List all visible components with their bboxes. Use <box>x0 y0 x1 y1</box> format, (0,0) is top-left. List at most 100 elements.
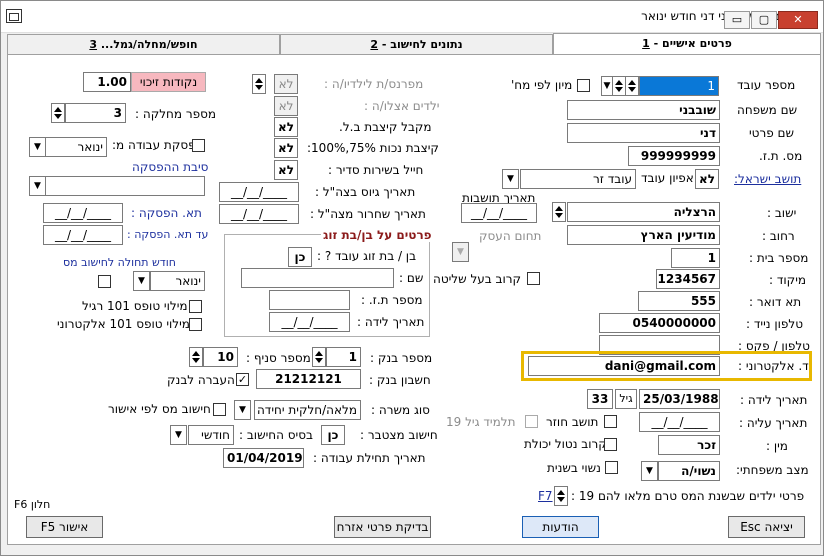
credit-points-label: נקודות זיכוי <box>131 72 206 92</box>
maximize-button[interactable]: ▢ <box>751 11 777 29</box>
employee-dropdown[interactable]: ▼ <box>601 76 613 96</box>
stop-work-month[interactable]: ינואר <box>45 137 107 157</box>
kids-spinner[interactable] <box>252 74 266 94</box>
check-citizen-button[interactable]: בדיקת פרטי אזרח <box>334 516 431 538</box>
spouse-name-input[interactable] <box>241 268 394 288</box>
messages-button[interactable]: הודעות <box>522 516 599 538</box>
employee-spinner[interactable] <box>625 76 639 96</box>
stop-work-checkbox[interactable] <box>192 139 205 152</box>
kids-with-input[interactable]: לא <box>274 96 298 116</box>
pause-date-input[interactable]: __/__/____ <box>43 203 123 223</box>
transfer-checkbox[interactable]: ✓ <box>236 373 249 386</box>
business-dropdown[interactable]: ▼ <box>452 242 469 262</box>
chevron-down-icon[interactable]: ▼ <box>641 461 658 481</box>
emp-char-label: אפיון עובד <box>641 171 694 185</box>
bank-spinner[interactable] <box>312 347 326 367</box>
dept-label: מספר מחלקה : <box>135 107 217 121</box>
tax-start-label: חודש תחולה לחישוב מס <box>63 256 176 269</box>
gender-input[interactable]: זכר <box>658 435 720 455</box>
street-input[interactable]: מודיעין הארץ <box>567 225 720 245</box>
allowance-input[interactable]: לא <box>274 117 298 137</box>
allowance-label: מקבל קיצבת ב.ל. <box>339 120 432 134</box>
spouse-works-input[interactable]: כן <box>288 247 312 267</box>
returning-checkbox[interactable] <box>604 415 617 428</box>
pobox-label: תא דואר : <box>749 295 802 309</box>
marital-input[interactable]: נשוי/ה <box>658 461 720 481</box>
branch-spinner[interactable] <box>189 347 203 367</box>
mobile-label: טלפון נייד : <box>746 317 804 331</box>
form101-label: מילוי טופס 101 רגיל <box>82 299 188 313</box>
start-input[interactable]: 01/04/2019 <box>223 448 304 468</box>
resident-link[interactable]: תושב ישראל: <box>734 172 801 186</box>
employee-spinner-2[interactable] <box>612 76 626 96</box>
chevron-down-icon[interactable]: ▼ <box>29 176 46 196</box>
second-marriage-checkbox[interactable] <box>605 461 618 474</box>
kids-input[interactable]: לא <box>274 74 298 94</box>
confirm-button[interactable]: אישור F5 <box>26 516 103 538</box>
disability-input[interactable]: לא <box>274 138 298 158</box>
zip-input[interactable]: 1234567 <box>656 269 720 289</box>
dept-input[interactable]: 3 <box>65 103 126 123</box>
until-pause-input[interactable]: __/__/____ <box>43 225 123 245</box>
tab-calc-data[interactable]: נתונים לחישוב - 2 <box>280 34 553 55</box>
branch-input[interactable]: 10 <box>203 347 238 367</box>
bank-input[interactable]: 1 <box>326 347 361 367</box>
dept-spinner[interactable] <box>51 103 65 123</box>
exit-button[interactable]: יציאה Esc <box>728 516 805 538</box>
aliyah-input[interactable]: __/__/____ <box>639 412 720 432</box>
tax-start-input[interactable]: ינואר <box>150 271 205 291</box>
resident-input[interactable]: לא <box>695 169 719 189</box>
chevron-down-icon[interactable]: ▼ <box>133 271 150 291</box>
chevron-down-icon[interactable]: ▼ <box>29 137 46 157</box>
children-spinner[interactable] <box>554 486 568 506</box>
chevron-down-icon[interactable]: ▼ <box>170 425 187 445</box>
release-label: תאריך שחרור מצה"ל : <box>310 207 426 221</box>
employee-no-input[interactable]: 1 <box>639 76 719 96</box>
job-type-input[interactable]: מלאה/חלקית יחידה <box>254 400 361 420</box>
credit-points-input[interactable]: 1.00 <box>83 72 131 92</box>
city-input[interactable]: הרצליה <box>567 202 720 222</box>
tax-start-checkbox[interactable] <box>98 275 111 288</box>
spouse-id-label: מספר ת.ז. : <box>361 293 423 307</box>
email-input[interactable]: dani@gmail.com <box>528 356 720 376</box>
first-name-label: שם פרטי <box>749 126 795 140</box>
form101-checkbox[interactable] <box>189 300 202 313</box>
calc-approval-checkbox[interactable] <box>213 403 226 416</box>
birth-input[interactable]: 25/03/1988 <box>639 389 720 409</box>
emp-char-input[interactable]: עובד זר <box>520 169 636 189</box>
account-input[interactable]: 21212121 <box>256 369 361 389</box>
children-f7-link[interactable]: F7 <box>538 489 553 503</box>
close-button[interactable]: ✕ <box>778 11 818 29</box>
pobox-input[interactable]: 555 <box>638 291 720 311</box>
spouse-birth-input[interactable]: __/__/____ <box>269 312 350 332</box>
sort-checkbox[interactable] <box>577 79 590 92</box>
chevron-down-icon[interactable]: ▼ <box>502 169 519 189</box>
settlement-date-input[interactable]: __/__/____ <box>461 203 537 223</box>
first-name-input[interactable]: דני <box>567 123 720 143</box>
id-input[interactable]: 999999999 <box>628 146 720 166</box>
f6-label: F6 חלון <box>14 498 51 511</box>
stop-reason-input[interactable] <box>45 176 205 196</box>
spouse-id-input[interactable] <box>269 290 350 310</box>
start-label: תאריך תחילת עבודה : <box>313 451 426 465</box>
regular-input[interactable]: לא <box>274 160 298 180</box>
form101e-checkbox[interactable] <box>189 318 202 331</box>
tab-personal[interactable]: פרטים אישיים - 1 <box>553 33 821 55</box>
mobile-input[interactable]: 0540000000 <box>599 313 720 333</box>
age-input: 33 <box>587 389 613 409</box>
last-name-input[interactable]: שובבני <box>567 100 720 120</box>
release-input[interactable]: __/__/____ <box>219 204 299 224</box>
disabled-rel-checkbox[interactable] <box>604 438 617 451</box>
cumulative-input[interactable]: כן <box>321 425 345 445</box>
recruit-input[interactable]: __/__/____ <box>219 182 299 202</box>
city-spinner[interactable] <box>552 202 566 222</box>
birth-label: תאריך לידה : <box>740 393 808 407</box>
minimize-button[interactable]: ▭ <box>724 11 750 29</box>
student19-checkbox[interactable] <box>525 415 538 428</box>
calc-basis-input[interactable]: חודשי <box>188 425 234 445</box>
tab-vacation[interactable]: חופש/מחלה/גמל... 3 <box>7 34 280 55</box>
cumulative-label: חישוב מצטבר : <box>360 428 438 442</box>
chevron-down-icon[interactable]: ▼ <box>234 400 251 420</box>
house-input[interactable]: 1 <box>671 248 720 268</box>
control-rel-checkbox[interactable] <box>527 272 540 285</box>
